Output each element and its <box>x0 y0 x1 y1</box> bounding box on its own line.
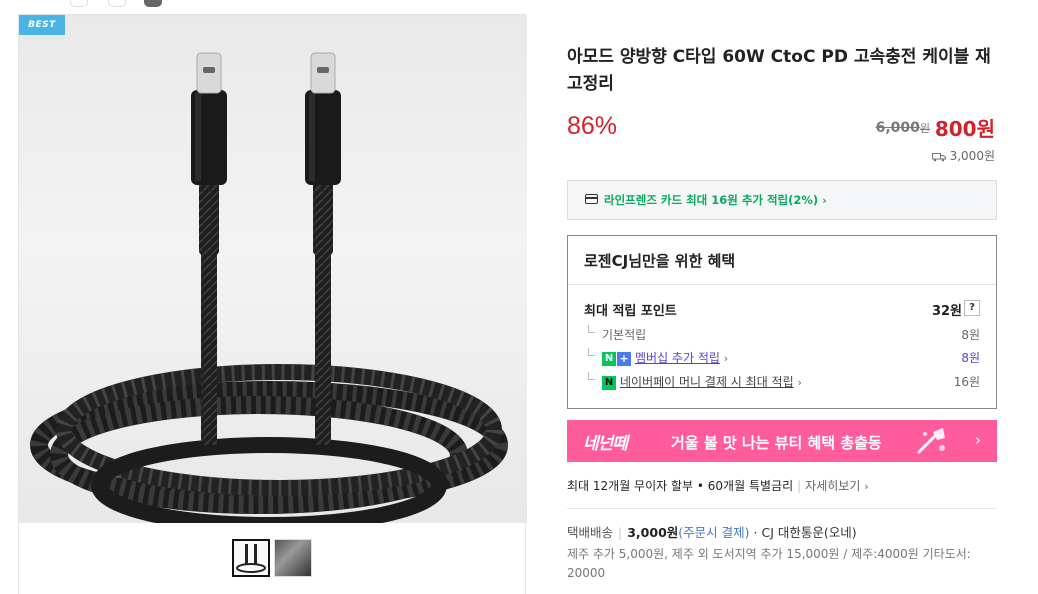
shipping-fee-value: 3,000원 <box>949 149 995 163</box>
delivery-payment-note: (주문시 결제) <box>678 525 750 540</box>
delivery-price: 3,000원 <box>627 525 679 540</box>
chevron-right-icon: › <box>797 376 802 389</box>
delivery-extra-fees: 제주 추가 5,000원, 제주 외 도서지역 추가 15,000원 / 제주:… <box>567 547 971 580</box>
shipping-fee: 3,000원 <box>931 147 995 164</box>
original-price-unit: 원 <box>919 122 930 135</box>
discount-rate: 86% <box>567 112 618 140</box>
naver-pay-icon: N <box>602 375 616 390</box>
card-benefit-box[interactable]: 라인프렌즈 카드 최대 16원 추가 적립(2%) › <box>567 180 997 220</box>
installment-text: 최대 12개월 무이자 할부 • 60개월 특별금리 <box>567 479 794 493</box>
basic-points-label: 기본적립 <box>602 328 647 342</box>
installment-details-link[interactable]: 자세히보기 › <box>805 479 868 493</box>
tree-elbow-icon <box>588 348 595 356</box>
truck-icon <box>931 152 946 161</box>
benefit-title: 로젠CJ님만을 위한 혜택 <box>584 252 736 270</box>
naver-n-icon: N <box>602 351 616 366</box>
membership-points-link[interactable]: 멤버십 추가 적립 <box>635 351 720 365</box>
divider <box>568 284 996 285</box>
main-product-image[interactable]: BEST <box>19 15 527 523</box>
delivery-carrier: CJ 대한통운(오네) <box>761 525 857 540</box>
max-points-label: 최대 적립 포인트 <box>584 304 677 319</box>
usb-c-cable-image <box>30 52 508 523</box>
installment-details-label: 자세히보기 <box>805 479 861 493</box>
membership-points-value: 8원 <box>961 351 980 365</box>
best-badge: BEST <box>19 15 65 35</box>
tab-bump <box>108 0 126 7</box>
divider <box>567 508 997 509</box>
card-benefit-label: 라인프렌즈 카드 최대 16원 추가 적립(2%) <box>604 193 819 207</box>
banner-arrow-icon: › <box>975 431 981 449</box>
member-benefit-box: 로젠CJ님만을 위한 혜택 최대 적립 포인트 32원 ? 기본적립 8원 N +… <box>567 235 997 409</box>
chevron-right-icon: › <box>723 352 729 365</box>
membership-points-label[interactable]: N + 멤버십 추가 적립 › <box>602 349 728 366</box>
help-icon[interactable]: ? <box>964 300 980 316</box>
banner-brand-logo: 네넌떼 <box>583 434 628 454</box>
separator: | <box>797 479 802 493</box>
basic-points-value: 8원 <box>961 328 980 342</box>
cable-thumbnail-icon <box>236 544 266 573</box>
card-benefit-text: 라인프렌즈 카드 최대 16원 추가 적립(2%) › <box>604 192 827 208</box>
sale-price: 800원 <box>934 117 995 141</box>
original-price: 6,000원 <box>876 120 930 136</box>
tab-bump <box>144 0 162 7</box>
thumbnail-2[interactable] <box>274 539 312 577</box>
original-price-value: 6,000 <box>875 120 920 136</box>
credit-card-icon <box>585 194 598 204</box>
npay-points-value: 16원 <box>953 375 980 389</box>
delivery-dot: · <box>753 525 758 540</box>
promo-banner[interactable]: 네넌떼 거울 볼 맛 나는 뷰티 혜택 총출동 › <box>567 420 997 462</box>
tree-elbow-icon <box>588 372 595 380</box>
product-gallery: BEST <box>18 14 527 594</box>
thumbnail-1[interactable] <box>232 539 270 577</box>
plus-icon: + <box>617 351 631 366</box>
chevron-right-icon: › <box>822 194 827 207</box>
product-title: 아모드 양방향 C타입 60W CtoC PD 고속충전 케이블 재고정리 <box>567 47 991 94</box>
max-points-value: 32원 <box>931 304 962 319</box>
separator: | <box>618 525 623 540</box>
delivery-label: 택배배송 <box>567 525 614 540</box>
makeup-brush-icon <box>917 428 945 454</box>
delivery-info: 택배배송 | 3,000원(주문시 결제) · CJ 대한통운(오네) <box>567 522 857 541</box>
chevron-right-icon: › <box>864 480 869 493</box>
tree-elbow-icon <box>588 325 595 333</box>
installment-info: 최대 12개월 무이자 할부 • 60개월 특별금리 | 자세히보기 › <box>567 477 869 494</box>
npay-points-label[interactable]: N 네이버페이 머니 결제 시 최대 적립 › <box>602 373 802 390</box>
banner-text: 거울 볼 맛 나는 뷰티 혜택 총출동 <box>671 434 882 452</box>
npay-points-link[interactable]: 네이버페이 머니 결제 시 최대 적립 <box>620 375 794 389</box>
tab-bump <box>70 0 88 7</box>
